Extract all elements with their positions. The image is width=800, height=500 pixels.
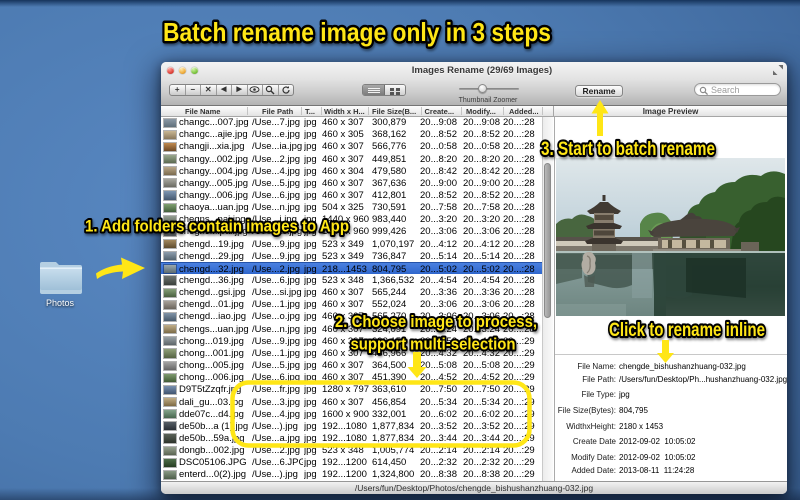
svg-text:Batch rename image only in 3 s: Batch rename image only in 3 steps: [163, 17, 551, 47]
